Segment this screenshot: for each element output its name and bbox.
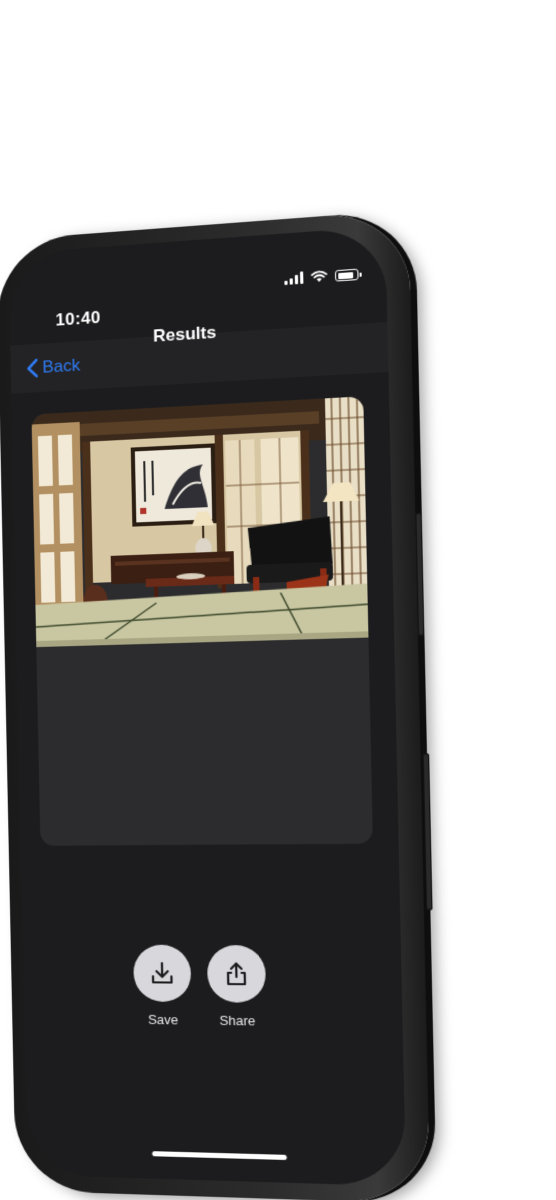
back-button[interactable]: Back (26, 355, 80, 378)
volume-button (422, 753, 433, 911)
stage: 10:40 Back Results Save Share (0, 0, 556, 1200)
action-bar: Save Share (23, 944, 404, 1061)
save-label: Save (147, 1011, 179, 1028)
share-button[interactable]: Share (203, 944, 271, 1029)
home-indicator[interactable] (152, 1151, 287, 1161)
save-circle[interactable] (133, 944, 192, 1003)
nav-bar: Back Results (10, 321, 389, 394)
download-icon (148, 959, 177, 988)
battery-icon (334, 268, 359, 282)
side-button (415, 512, 425, 637)
back-label: Back (42, 355, 81, 377)
wifi-icon (311, 270, 328, 283)
japanese-room-image[interactable] (31, 396, 369, 648)
share-label: Share (219, 1012, 256, 1029)
share-circle[interactable] (206, 944, 267, 1003)
chevron-left-icon (26, 358, 38, 379)
signal-icon (284, 271, 304, 286)
result-card (31, 396, 373, 846)
save-button[interactable]: Save (129, 944, 196, 1028)
status-icons (284, 268, 359, 286)
share-icon (222, 959, 252, 988)
phone-screen: 10:40 Back Results Save Share (8, 226, 407, 1187)
phone-frame: 10:40 Back Results Save Share (0, 209, 433, 1200)
